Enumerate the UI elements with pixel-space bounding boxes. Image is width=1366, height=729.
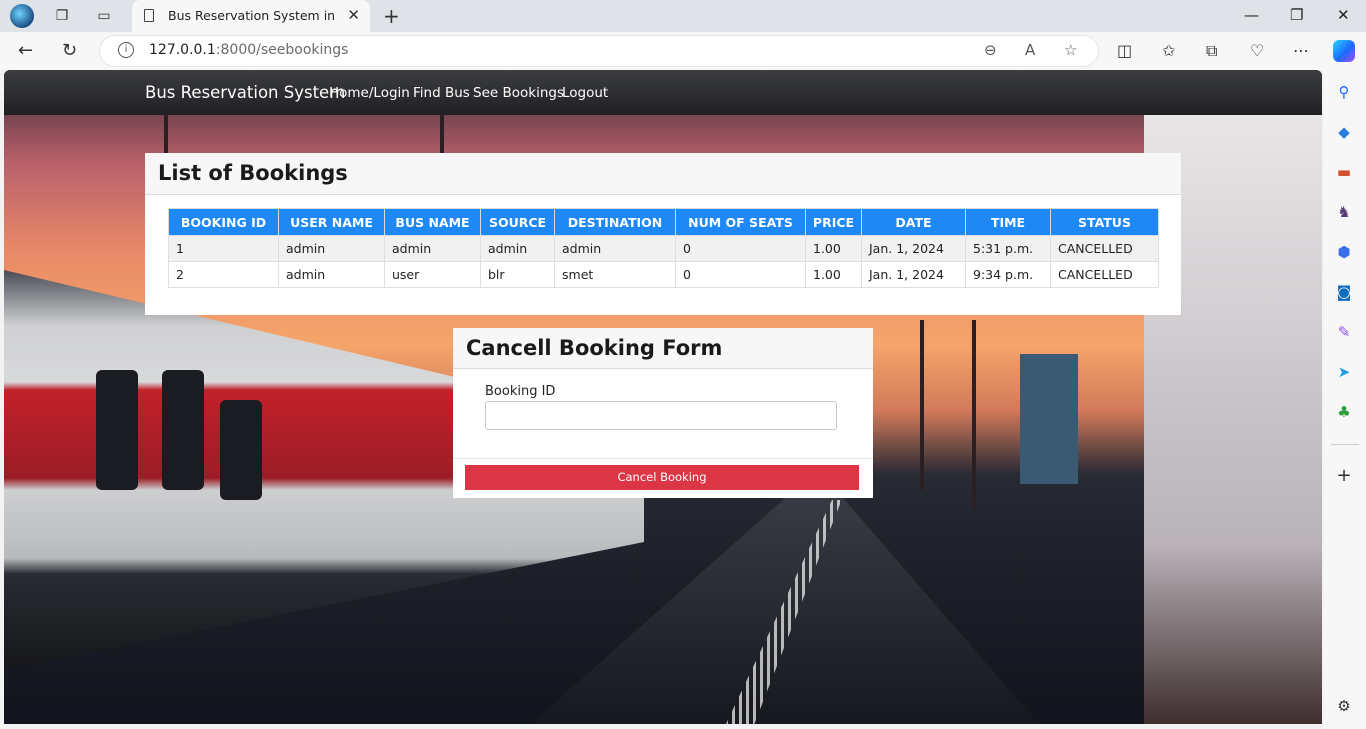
destination-cell: smet — [554, 261, 676, 288]
send-icon[interactable]: ➤ — [1334, 362, 1354, 382]
tools-icon[interactable]: ▬ — [1334, 162, 1354, 182]
read-aloud-icon[interactable]: A — [1025, 41, 1035, 59]
background-train-window — [220, 400, 262, 500]
microsoft365-icon[interactable]: ⬢ — [1334, 242, 1354, 262]
zoom-out-icon[interactable]: ⊖ — [984, 41, 997, 59]
search-icon[interactable]: ⚲ — [1334, 82, 1354, 102]
table-header-row: BOOKING ID USER NAME BUS NAME SOURCE DES… — [168, 208, 1159, 236]
user-name-cell: admin — [278, 235, 385, 262]
reload-icon[interactable]: ↻ — [62, 40, 77, 61]
column-header: DESTINATION — [554, 208, 676, 236]
time-cell: 5:31 p.m. — [965, 235, 1051, 262]
price-cell: 1.00 — [805, 235, 862, 262]
nav-home-login[interactable]: Home/Login — [329, 85, 410, 101]
outlook-icon[interactable]: ◙ — [1334, 282, 1354, 302]
split-screen-icon[interactable]: ◫ — [1117, 41, 1132, 60]
user-name-cell: admin — [278, 261, 385, 288]
back-icon[interactable]: ← — [18, 40, 33, 61]
url-path: :8000/seebookings — [215, 42, 349, 58]
restore-icon[interactable]: ❐ — [1290, 6, 1303, 24]
sidebar-divider — [1331, 444, 1359, 445]
bookings-table: BOOKING ID USER NAME BUS NAME SOURCE DES… — [168, 208, 1159, 288]
tab-title: Bus Reservation System in Django — [168, 8, 340, 23]
column-header: TIME — [965, 208, 1051, 236]
nav-find-bus[interactable]: Find Bus — [413, 85, 470, 101]
browser-toolbar: ← ↻ i 127.0.0.1:8000/seebookings ⊖ A ☆ ◫… — [0, 32, 1366, 70]
site-info-icon[interactable]: i — [118, 42, 134, 58]
table-row: 2 admin user blr smet 0 1.00 Jan. 1, 202… — [168, 261, 1159, 288]
nav-see-bookings[interactable]: See Bookings — [473, 85, 564, 101]
page-icon — [144, 9, 154, 22]
background-pole — [972, 320, 976, 510]
column-header: SOURCE — [480, 208, 555, 236]
tree-icon[interactable]: ♣ — [1334, 402, 1354, 422]
column-header: STATUS — [1050, 208, 1159, 236]
cancel-form-header: Cancell Booking Form — [453, 328, 873, 369]
bookings-title: List of Bookings — [158, 161, 348, 185]
table-row: 1 admin admin admin admin 0 1.00 Jan. 1,… — [168, 235, 1159, 262]
add-icon[interactable]: + — [1334, 466, 1354, 486]
shopping-tag-icon[interactable]: ◆ — [1334, 122, 1354, 142]
background-train-window — [162, 370, 204, 490]
copilot-icon[interactable] — [1333, 40, 1355, 62]
column-header: BOOKING ID — [168, 208, 279, 236]
browser-tab-bar: ❐ ▭ Bus Reservation System in Django ✕ +… — [0, 0, 1366, 32]
page-viewport: Bus Reservation System Home/Login Find B… — [4, 70, 1322, 724]
site-navbar: Bus Reservation System Home/Login Find B… — [4, 70, 1322, 115]
column-header: BUS NAME — [384, 208, 481, 236]
form-divider — [453, 458, 873, 459]
status-cell: CANCELLED — [1050, 261, 1159, 288]
bus-name-cell: admin — [384, 235, 481, 262]
booking-id-label: Booking ID — [485, 384, 556, 399]
cancel-form-title: Cancell Booking Form — [466, 336, 723, 360]
tab-actions-icon[interactable]: ▭ — [94, 6, 114, 26]
booking-id-cell: 2 — [168, 261, 279, 288]
source-cell: admin — [480, 235, 555, 262]
background-tower — [1020, 354, 1078, 484]
close-window-icon[interactable]: ✕ — [1337, 6, 1350, 24]
browser-sidebar: ⚲ ◆ ▬ ♞ ⬢ ◙ ✎ ➤ ♣ + ⚙ — [1324, 70, 1366, 729]
status-cell: CANCELLED — [1050, 235, 1159, 262]
destination-cell: admin — [554, 235, 676, 262]
date-cell: Jan. 1, 2024 — [861, 235, 966, 262]
address-bar[interactable]: i 127.0.0.1:8000/seebookings ⊖ A ☆ — [100, 36, 1098, 66]
settings-gear-icon[interactable]: ⚙ — [1334, 696, 1354, 716]
browser-essentials-icon[interactable]: ♡ — [1250, 41, 1264, 60]
bookings-card: List of Bookings BOOKING ID USER NAME BU… — [145, 153, 1181, 315]
background-pole — [920, 320, 924, 490]
bus-name-cell: user — [384, 261, 481, 288]
price-cell: 1.00 — [805, 261, 862, 288]
bookings-card-header: List of Bookings — [145, 153, 1181, 195]
background-train-window — [96, 370, 138, 490]
designer-icon[interactable]: ✎ — [1334, 322, 1354, 342]
column-header: DATE — [861, 208, 966, 236]
url-host: 127.0.0.1 — [149, 42, 216, 58]
minimize-icon[interactable]: — — [1244, 6, 1259, 24]
url-text[interactable]: 127.0.0.1:8000/seebookings — [149, 42, 348, 58]
num-seats-cell: 0 — [675, 261, 806, 288]
date-cell: Jan. 1, 2024 — [861, 261, 966, 288]
column-header: USER NAME — [278, 208, 385, 236]
column-header: PRICE — [805, 208, 862, 236]
cancel-booking-button[interactable]: Cancel Booking — [465, 465, 859, 490]
time-cell: 9:34 p.m. — [965, 261, 1051, 288]
favorites-icon[interactable]: ✩ — [1162, 41, 1175, 60]
column-header: NUM OF SEATS — [675, 208, 806, 236]
booking-id-input[interactable] — [485, 401, 837, 430]
new-tab-icon[interactable]: + — [383, 4, 400, 28]
num-seats-cell: 0 — [675, 235, 806, 262]
site-brand[interactable]: Bus Reservation System — [145, 83, 345, 102]
collections-icon[interactable]: ⧉ — [1206, 41, 1217, 61]
workspaces-icon[interactable]: ❐ — [52, 6, 72, 26]
profile-avatar[interactable] — [10, 4, 34, 28]
cancel-booking-card: Cancell Booking Form Booking ID Cancel B… — [453, 328, 873, 498]
source-cell: blr — [480, 261, 555, 288]
booking-id-cell: 1 — [168, 235, 279, 262]
more-menu-icon[interactable]: ⋯ — [1293, 41, 1309, 60]
browser-tab-active[interactable]: Bus Reservation System in Django ✕ — [132, 0, 370, 32]
games-icon[interactable]: ♞ — [1334, 202, 1354, 222]
favorite-star-icon[interactable]: ☆ — [1064, 41, 1077, 59]
nav-logout[interactable]: Logout — [562, 85, 608, 101]
close-tab-icon[interactable]: ✕ — [347, 6, 360, 24]
